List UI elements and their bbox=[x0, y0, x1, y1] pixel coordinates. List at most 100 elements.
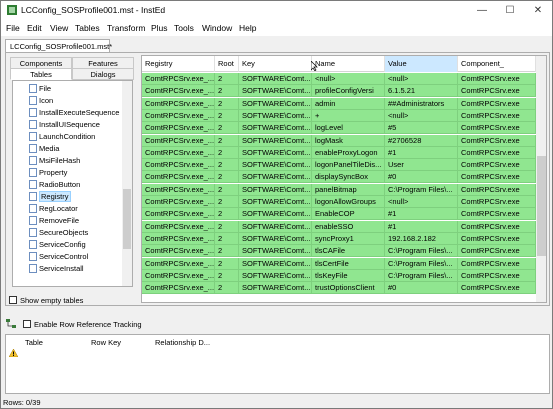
cell-value[interactable]: #1 bbox=[385, 146, 458, 159]
cell-root[interactable]: 2 bbox=[215, 245, 239, 258]
cell-component[interactable]: ComtRPCSrv.exe bbox=[458, 85, 536, 98]
document-tab[interactable]: LCConfig_SOSProfile001.mst* bbox=[5, 39, 112, 53]
tab-tables[interactable]: Tables bbox=[10, 68, 72, 80]
cell-name[interactable]: <null> bbox=[312, 73, 385, 85]
cell-component[interactable]: ComtRPCSrv.exe bbox=[458, 159, 536, 172]
cell-value[interactable]: #0 bbox=[385, 282, 458, 295]
menu-help[interactable]: Help bbox=[239, 23, 256, 33]
cell-component[interactable]: ComtRPCSrv.exe bbox=[458, 196, 536, 208]
table-row[interactable]: ComtRPCSrv.exe_... 2 SOFTWARE\Comt... tlsCe… bbox=[142, 257, 536, 270]
menu-plus[interactable]: Plus bbox=[151, 23, 168, 33]
cell-root[interactable]: 2 bbox=[215, 134, 239, 147]
col-row-key[interactable]: Row Key bbox=[91, 338, 121, 347]
cell-value[interactable]: <null> bbox=[385, 196, 458, 208]
table-item[interactable]: MsiFileHash bbox=[29, 155, 80, 166]
cell-root[interactable]: 2 bbox=[215, 97, 239, 110]
table-row[interactable]: ComtRPCSrv.exe_... 2 SOFTWARE\Comt... tlsCA… bbox=[142, 245, 536, 258]
cell-component[interactable]: ComtRPCSrv.exe bbox=[458, 208, 536, 221]
cell-value[interactable]: #2706528 bbox=[385, 134, 458, 147]
cell-root[interactable]: 2 bbox=[215, 85, 239, 98]
table-item[interactable]: Property bbox=[29, 167, 67, 178]
minimize-icon[interactable]: — bbox=[468, 1, 496, 20]
cell-registry[interactable]: ComtRPCSrv.exe_... bbox=[142, 257, 215, 270]
cell-key[interactable]: SOFTWARE\Comt... bbox=[239, 196, 312, 208]
cell-registry[interactable]: ComtRPCSrv.exe_... bbox=[142, 146, 215, 159]
table-item[interactable]: RadioButton bbox=[29, 179, 80, 190]
close-icon[interactable]: ✕ bbox=[524, 1, 552, 20]
table-row[interactable]: ComtRPCSrv.exe_... 2 SOFTWARE\Comt... tlsKe… bbox=[142, 269, 536, 282]
table-row[interactable]: ComtRPCSrv.exe_... 2 SOFTWARE\Comt... logon… bbox=[142, 196, 536, 208]
cell-registry[interactable]: ComtRPCSrv.exe_... bbox=[142, 159, 215, 172]
table-item[interactable]: LaunchCondition bbox=[29, 131, 95, 142]
cell-registry[interactable]: ComtRPCSrv.exe_... bbox=[142, 73, 215, 85]
table-row[interactable]: ComtRPCSrv.exe_... 2 SOFTWARE\Comt... enabl… bbox=[142, 146, 536, 159]
cell-key[interactable]: SOFTWARE\Comt... bbox=[239, 282, 312, 295]
cell-name[interactable]: panelBitmap bbox=[312, 183, 385, 196]
maximize-icon[interactable]: ☐ bbox=[496, 1, 524, 20]
table-row[interactable]: ComtRPCSrv.exe_... 2 SOFTWARE\Comt... Enabl… bbox=[142, 208, 536, 221]
cell-value[interactable]: User bbox=[385, 159, 458, 172]
cell-name[interactable]: logonPanelTileDis... bbox=[312, 159, 385, 172]
menu-file[interactable]: File bbox=[6, 23, 20, 33]
menu-edit[interactable]: Edit bbox=[27, 23, 42, 33]
cell-root[interactable]: 2 bbox=[215, 282, 239, 295]
table-row[interactable]: ComtRPCSrv.exe_... 2 SOFTWARE\Comt... + <nul… bbox=[142, 109, 536, 122]
table-list-scrollbar[interactable] bbox=[122, 81, 132, 286]
table-item[interactable]: InstallUISequence bbox=[29, 119, 100, 130]
cell-value[interactable]: ##Administrators bbox=[385, 97, 458, 110]
cell-root[interactable]: 2 bbox=[215, 232, 239, 245]
cell-registry[interactable]: ComtRPCSrv.exe_... bbox=[142, 282, 215, 295]
cell-root[interactable]: 2 bbox=[215, 269, 239, 282]
cell-registry[interactable]: ComtRPCSrv.exe_... bbox=[142, 85, 215, 98]
table-row[interactable]: ComtRPCSrv.exe_... 2 SOFTWARE\Comt... profi… bbox=[142, 85, 536, 98]
cell-key[interactable]: SOFTWARE\Comt... bbox=[239, 97, 312, 110]
cell-registry[interactable]: ComtRPCSrv.exe_... bbox=[142, 232, 215, 245]
table-row[interactable]: ComtRPCSrv.exe_... 2 SOFTWARE\Comt... displ… bbox=[142, 171, 536, 184]
cell-registry[interactable]: ComtRPCSrv.exe_... bbox=[142, 220, 215, 233]
cell-name[interactable]: admin bbox=[312, 97, 385, 110]
cell-key[interactable]: SOFTWARE\Comt... bbox=[239, 159, 312, 172]
cell-component[interactable]: ComtRPCSrv.exe bbox=[458, 282, 536, 295]
cell-component[interactable]: ComtRPCSrv.exe bbox=[458, 257, 536, 270]
cell-value[interactable]: <null> bbox=[385, 73, 458, 85]
cell-root[interactable]: 2 bbox=[215, 146, 239, 159]
cell-key[interactable]: SOFTWARE\Comt... bbox=[239, 73, 312, 85]
table-row[interactable]: ComtRPCSrv.exe_... 2 SOFTWARE\Comt... logMa… bbox=[142, 134, 536, 147]
cell-registry[interactable]: ComtRPCSrv.exe_... bbox=[142, 109, 215, 122]
table-row[interactable]: ComtRPCSrv.exe_... 2 SOFTWARE\Comt... admin… bbox=[142, 97, 536, 110]
col-table[interactable]: Table bbox=[25, 338, 43, 347]
cell-name[interactable]: tlsCertFile bbox=[312, 257, 385, 270]
menu-tools[interactable]: Tools bbox=[174, 23, 194, 33]
cell-name[interactable]: EnableCOP bbox=[312, 208, 385, 221]
cell-component[interactable]: ComtRPCSrv.exe bbox=[458, 73, 536, 85]
cell-value[interactable]: C:\Program Files\... bbox=[385, 269, 458, 282]
table-row[interactable]: ComtRPCSrv.exe_... 2 SOFTWARE\Comt... syncP… bbox=[142, 232, 536, 245]
cell-registry[interactable]: ComtRPCSrv.exe_... bbox=[142, 269, 215, 282]
cell-key[interactable]: SOFTWARE\Comt... bbox=[239, 134, 312, 147]
cell-registry[interactable]: ComtRPCSrv.exe_... bbox=[142, 122, 215, 135]
menu-tables[interactable]: Tables bbox=[75, 23, 100, 33]
cell-name[interactable]: tlsKeyFile bbox=[312, 269, 385, 282]
row-reference-grid[interactable]: Table Row Key Relationship D... bbox=[5, 334, 550, 394]
tab-dialogs[interactable]: Dialogs bbox=[72, 68, 134, 80]
cell-component[interactable]: ComtRPCSrv.exe bbox=[458, 146, 536, 159]
table-item[interactable]: File bbox=[29, 83, 51, 94]
menu-view[interactable]: View bbox=[50, 23, 68, 33]
col-root[interactable]: Root bbox=[215, 56, 239, 72]
cell-value[interactable]: #1 bbox=[385, 208, 458, 221]
cell-value[interactable]: 192.168.2.182 bbox=[385, 232, 458, 245]
cell-key[interactable]: SOFTWARE\Comt... bbox=[239, 269, 312, 282]
cell-key[interactable]: SOFTWARE\Comt... bbox=[239, 85, 312, 98]
cell-name[interactable]: logLevel bbox=[312, 122, 385, 135]
table-row[interactable]: ComtRPCSrv.exe_... 2 SOFTWARE\Comt... logon… bbox=[142, 159, 536, 172]
table-item[interactable]: SecureObjects bbox=[29, 227, 88, 238]
cell-key[interactable]: SOFTWARE\Comt... bbox=[239, 245, 312, 258]
col-component[interactable]: Component_ bbox=[458, 56, 536, 72]
col-value[interactable]: Value bbox=[385, 56, 458, 72]
cell-key[interactable]: SOFTWARE\Comt... bbox=[239, 220, 312, 233]
cell-root[interactable]: 2 bbox=[215, 208, 239, 221]
row-ref-checkbox[interactable] bbox=[23, 320, 31, 328]
col-relationship[interactable]: Relationship D... bbox=[155, 338, 210, 347]
cell-root[interactable]: 2 bbox=[215, 122, 239, 135]
menu-transform[interactable]: Transform bbox=[107, 23, 145, 33]
